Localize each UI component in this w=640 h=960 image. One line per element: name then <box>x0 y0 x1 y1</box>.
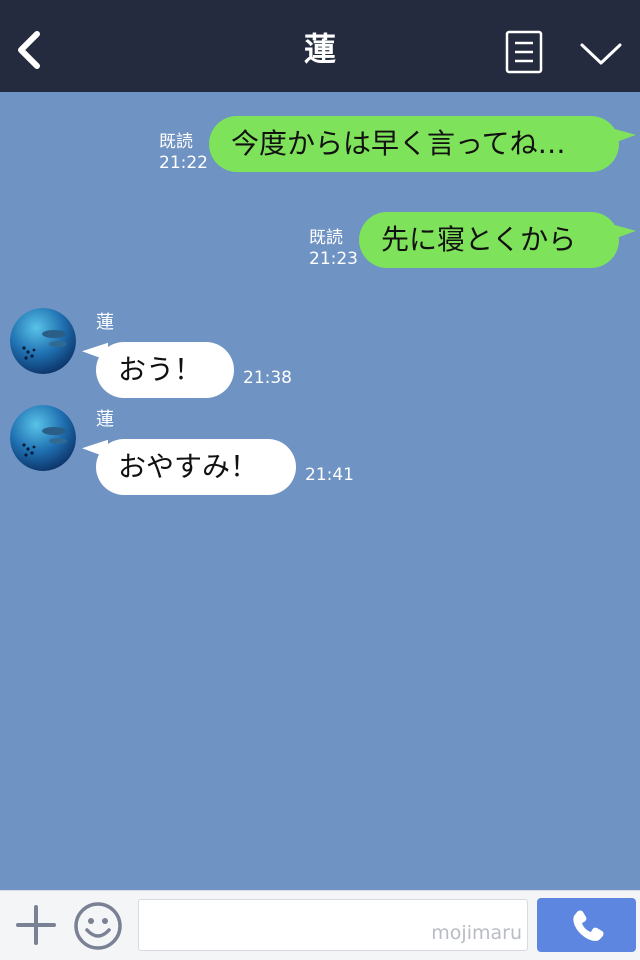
sender-name: 蓮 <box>96 409 114 430</box>
document-menu-icon <box>505 30 543 74</box>
message-input[interactable] <box>138 899 528 951</box>
message-time: 21:38 <box>243 368 292 388</box>
message-time: 21:22 <box>159 153 208 173</box>
call-button[interactable] <box>537 898 636 952</box>
message-input-bar: mojimaru <box>0 890 640 960</box>
read-receipt: 既読 <box>309 228 343 248</box>
message-time: 21:23 <box>309 249 358 269</box>
chat-title: 蓮 <box>303 30 336 68</box>
bubble-tail <box>608 116 636 146</box>
attach-button[interactable] <box>14 903 58 947</box>
message-text: 先に寝とくから <box>381 223 577 256</box>
bubble-tail <box>608 212 636 242</box>
message-text: おう！ <box>118 353 203 386</box>
read-receipt: 既読 <box>159 132 193 152</box>
incoming-message-bubble[interactable]: おやすみ！ <box>96 439 296 495</box>
message-meta: 既読 21:23 <box>309 228 358 270</box>
message-time: 21:41 <box>305 465 354 485</box>
contact-avatar[interactable] <box>10 405 76 471</box>
contact-avatar[interactable] <box>10 308 76 374</box>
emoji-button[interactable] <box>73 901 123 951</box>
collapse-button[interactable] <box>578 36 624 70</box>
incoming-message-bubble[interactable]: おう！ <box>96 342 234 398</box>
message-meta: 既読 21:22 <box>159 132 208 174</box>
chat-header: 蓮 <box>0 0 640 92</box>
message-text: おやすみ！ <box>118 450 259 483</box>
outgoing-message-bubble[interactable]: 先に寝とくから <box>359 212 619 268</box>
smiley-icon <box>74 902 122 950</box>
plus-icon <box>16 905 56 945</box>
phone-icon <box>573 910 604 941</box>
outgoing-message-bubble[interactable]: 今度からは早く言ってね… <box>209 116 619 172</box>
sender-name: 蓮 <box>96 312 114 333</box>
chevron-down-icon <box>580 43 622 65</box>
message-text: 今度からは早く言ってね… <box>231 127 566 160</box>
chat-area[interactable]: 既読 21:22 今度からは早く言ってね… 既読 21:23 先に寝とくから 蓮… <box>0 92 640 890</box>
chat-menu-button[interactable] <box>505 30 543 74</box>
